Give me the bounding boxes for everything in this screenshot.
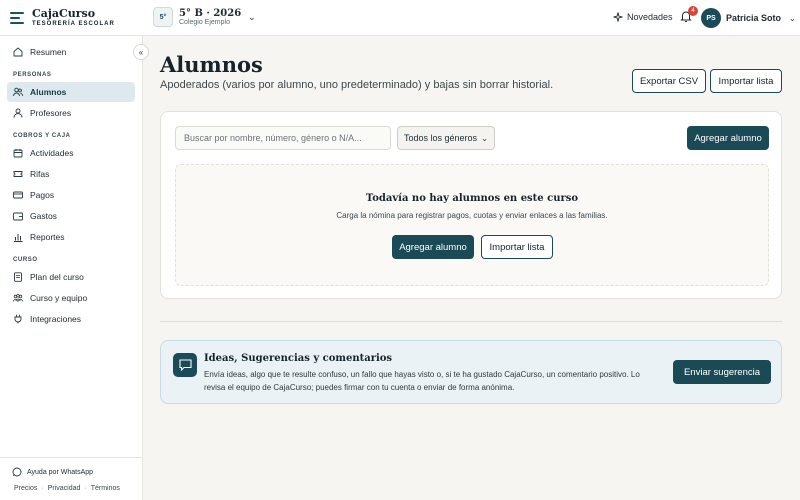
gender-filter-select[interactable]: Todos los géneros ⌄ (397, 126, 495, 150)
page-subtitle: Apoderados (varios por alumno, uno prede… (160, 79, 554, 91)
separator: · (41, 485, 44, 492)
chevron-down-icon: ⌄ (789, 13, 796, 23)
sidebar-item-profesores[interactable]: Profesores (7, 103, 135, 123)
credit-card-icon (13, 191, 23, 199)
sidebar-item-label: Curso y equipo (30, 293, 88, 303)
sidebar-item-label: Profesores (30, 108, 72, 118)
section-personas: PERSONAS (13, 72, 52, 78)
sidebar-item-pagos[interactable]: Pagos (7, 185, 135, 205)
brand[interactable]: CajaCurso TESORERÍA ESCOLAR (10, 8, 115, 27)
sidebar-item-label: Rifas (30, 169, 50, 179)
sidebar-item-label: Alumnos (30, 87, 67, 97)
import-list-button[interactable]: Importar lista (710, 69, 782, 93)
wallet-icon (13, 212, 23, 221)
brand-tagline: TESORERÍA ESCOLAR (32, 21, 115, 27)
sidebar-item-actividades[interactable]: Actividades (7, 143, 135, 163)
section-cobros: COBROS Y CAJA (13, 133, 71, 139)
brand-name: CajaCurso (32, 7, 96, 20)
sidebar-item-label: Reportes (30, 232, 65, 242)
chevron-down-icon: ⌄ (481, 133, 488, 143)
terminos-link[interactable]: Términos (91, 485, 120, 492)
export-csv-button[interactable]: Exportar CSV (632, 69, 706, 93)
users-icon (13, 87, 23, 97)
add-student-button[interactable]: Agregar alumno (687, 126, 769, 150)
message-icon (173, 353, 197, 377)
footer-links: Precios · Privacidad · Términos (14, 485, 120, 492)
sidebar: « Resumen PERSONAS Alumnos Profesores CO… (0, 36, 149, 500)
user-menu[interactable]: PS Patricia Soto ⌄ (701, 8, 796, 28)
sidebar-footer: Ayuda por WhatsApp Precios · Privacidad · Té… (0, 457, 142, 492)
collapse-sidebar-button[interactable]: « (133, 44, 149, 60)
whatsapp-help-label: Ayuda por WhatsApp (27, 468, 94, 476)
course-school: Colegio Ejemplo (179, 19, 230, 26)
home-icon (13, 47, 23, 57)
sidebar-item-label: Pagos (30, 190, 55, 200)
notification-badge: 4 (688, 6, 698, 16)
user-name: Patricia Soto (726, 13, 782, 23)
empty-state: Todavía no hay alumnos en este curso Car… (175, 164, 769, 286)
sidebar-item-gastos[interactable]: Gastos (7, 206, 135, 226)
empty-add-student-button[interactable]: Agregar alumno (392, 235, 474, 259)
calendar-icon (13, 149, 23, 158)
sidebar-item-label: Resumen (30, 47, 67, 57)
sidebar-item-label: Integraciones (30, 314, 82, 324)
whatsapp-icon (12, 467, 22, 477)
document-icon (14, 272, 22, 282)
whatsapp-help-link[interactable]: Ayuda por WhatsApp (12, 467, 93, 477)
plug-icon (14, 314, 22, 324)
avatar: PS (701, 8, 721, 28)
students-card: Todos los géneros ⌄ Agregar alumno Todav… (160, 111, 782, 299)
feedback-text: Envía ideas, algo que te resulte confuso… (204, 370, 640, 392)
sidebar-item-equipo[interactable]: Curso y equipo (7, 288, 135, 308)
privacidad-link[interactable]: Privacidad (48, 485, 81, 492)
section-curso: CURSO (13, 257, 38, 263)
separator: · (84, 485, 87, 492)
sidebar-item-integraciones[interactable]: Integraciones (7, 309, 135, 329)
empty-import-list-button[interactable]: Importar lista (481, 235, 553, 259)
divider (160, 321, 782, 322)
sidebar-item-label: Actividades (30, 148, 74, 158)
empty-state-title: Todavía no hay alumnos en este curso (365, 193, 579, 204)
team-icon (13, 294, 23, 302)
top-bar: CajaCurso TESORERÍA ESCOLAR 5° 5° B · 20… (0, 0, 800, 36)
course-selector[interactable]: 5° 5° B · 2026 Colegio Ejemplo ⌄ (153, 7, 256, 27)
precios-link[interactable]: Precios (14, 485, 37, 492)
empty-state-subtitle: Carga la nómina para registrar pagos, cu… (336, 211, 608, 220)
novedades-label: Novedades (627, 12, 673, 22)
sidebar-item-resumen[interactable]: Resumen (7, 42, 135, 62)
novedades-button[interactable]: Novedades (613, 12, 673, 22)
feedback-card: Ideas, Sugerencias y comentarios Envía i… (160, 340, 782, 404)
search-input[interactable] (175, 126, 391, 150)
sidebar-item-label: Gastos (30, 211, 57, 221)
sidebar-item-alumnos[interactable]: Alumnos (7, 82, 135, 102)
sidebar-item-label: Plan del curso (30, 272, 84, 282)
menu-icon[interactable] (10, 11, 24, 24)
sidebar-item-rifas[interactable]: Rifas (7, 164, 135, 184)
sidebar-item-plan[interactable]: Plan del curso (7, 267, 135, 287)
sparkle-icon (613, 12, 623, 22)
course-title: 5° B · 2026 (179, 8, 242, 19)
gender-filter-value: Todos los géneros (404, 133, 478, 143)
course-badge: 5° (153, 7, 173, 27)
bar-chart-icon (14, 234, 23, 242)
feedback-title: Ideas, Sugerencias y comentarios (204, 353, 393, 364)
page-title: Alumnos (160, 52, 263, 77)
ticket-icon (13, 171, 23, 177)
notifications-button[interactable]: 4 (680, 6, 698, 28)
user-badge-icon (13, 108, 23, 118)
chevron-down-icon: ⌄ (248, 11, 256, 22)
sidebar-item-reportes[interactable]: Reportes (7, 227, 135, 247)
send-suggestion-button[interactable]: Enviar sugerencia (673, 360, 771, 384)
